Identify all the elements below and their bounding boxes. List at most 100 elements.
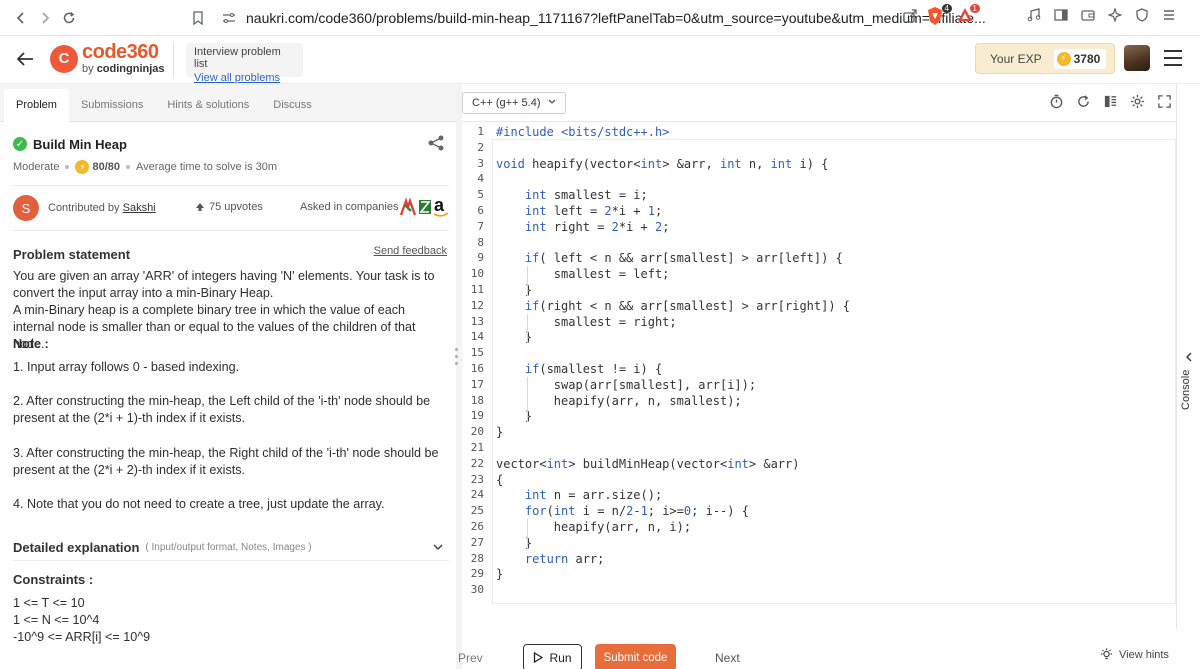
share-icon[interactable] [427,134,445,152]
editor-toolbar: C++ (g++ 5.4) [462,84,1176,122]
line-number: 30 [470,583,484,597]
detailed-explanation-sub: ( Input/output format, Notes, Images ) [145,542,312,553]
detailed-explanation-toggle[interactable]: Detailed explanation ( Input/output form… [13,540,449,555]
timer-icon[interactable] [1049,94,1064,109]
tab-problem[interactable]: Problem [4,89,69,122]
divider [13,560,449,561]
code-text[interactable]: if( left < n && arr[smallest] > arr[left… [496,250,843,266]
back-arrow-icon[interactable] [14,48,36,70]
code-text[interactable]: if(right < n && arr[smallest] > arr[righ… [496,298,850,314]
music-icon[interactable] [1025,6,1043,24]
tab-discuss[interactable]: Discuss [261,99,324,121]
exp-box[interactable]: Your EXP ⚡ 3780 [975,43,1115,74]
bookmark-icon[interactable] [192,11,204,25]
prev-button[interactable]: Prev [458,651,483,665]
code-text[interactable]: smallest = left; [496,266,670,282]
code-text[interactable]: void heapify(vector<int> &arr, int n, in… [496,156,828,172]
back-icon[interactable] [8,5,34,31]
company-logos[interactable]: a [399,196,449,218]
code-text[interactable]: int n = arr.size(); [496,487,662,503]
site-info-icon[interactable] [222,12,236,24]
chevron-left-icon[interactable] [1185,352,1193,362]
code-text[interactable]: } [496,424,503,440]
forward-icon[interactable] [32,5,58,31]
code-text[interactable]: int smallest = i; [496,187,648,203]
layout-icon[interactable] [1103,94,1118,109]
language-value: C++ (g++ 5.4) [472,96,541,109]
divider [13,185,449,186]
lightning-coin-icon: ⚡ [1056,51,1071,66]
url-text[interactable]: naukri.com/code360/problems/build-min-he… [246,10,986,26]
sidebar-toggle-icon[interactable] [1052,6,1070,24]
note-item-3: 3. After constructing the min-heap, the … [13,446,439,477]
brave-shield-icon[interactable]: 4 [926,4,952,26]
code-text[interactable]: heapify(arr, n, smallest); [496,393,742,409]
ai-sparkle-icon[interactable] [1106,6,1124,24]
code-text[interactable]: smallest = right; [496,314,677,330]
console-strip[interactable]: Console [1176,84,1200,629]
code-text[interactable]: } [496,566,503,582]
difficulty-label: Moderate [13,161,60,173]
code-text[interactable]: int right = 2*i + 2; [496,219,670,235]
company-logo-icon [399,197,417,216]
indent-guide [527,376,528,423]
brave-rewards-icon[interactable]: 1 [956,4,980,26]
next-button[interactable]: Next [715,651,740,665]
menu-icon[interactable] [1160,6,1178,24]
constraint-2: 1 <= N <= 10^4 [13,613,100,627]
line-number: 26 [470,520,484,533]
line-number: 4 [477,172,484,186]
exp-pill: ⚡ 3780 [1053,48,1107,69]
code-text[interactable]: return arr; [496,551,604,567]
splitter-grip-icon[interactable] [455,348,459,365]
code-editor[interactable]: 1 #include <bits/stdc++.h> 2 3 void heapify(… [462,122,1176,618]
settings-gear-icon[interactable] [1130,94,1145,109]
vpn-icon[interactable] [1133,6,1151,24]
score-coin-icon: ⚡ [75,160,90,174]
line-number: 8 [477,235,484,249]
submit-code-button[interactable]: Submit code [595,644,676,669]
shield-count-badge: 4 [941,4,952,13]
hamburger-menu-icon[interactable] [1164,50,1182,66]
fullscreen-icon[interactable] [1157,94,1172,109]
code-text[interactable]: heapify(arr, n, i); [496,519,691,535]
asked-in-companies: Asked in companies [300,201,399,213]
reset-code-icon[interactable] [1076,94,1091,109]
line-number: 14 [470,330,484,344]
chevron-down-icon[interactable] [433,542,443,552]
problem-panel: Problem Submissions Hints & solutions Di… [0,84,456,669]
code-text[interactable]: vector<int> buildMinHeap(vector<int> &ar… [496,456,799,472]
address-bar[interactable]: naukri.com/code360/problems/build-min-he… [188,4,986,32]
header-divider [173,43,174,77]
line-number: 28 [470,551,484,565]
send-feedback-link[interactable]: Send feedback [374,245,447,257]
code-text[interactable]: swap(arr[smallest], arr[i]); [496,377,756,393]
code-text[interactable]: for(int i = n/2-1; i>=0; i--) { [496,503,749,519]
lightbulb-icon [1101,648,1112,660]
wallet-icon[interactable] [1079,6,1097,24]
code-text[interactable]: if(smallest != i) { [496,361,662,377]
contributor-avatar: S [13,195,39,221]
tab-submissions[interactable]: Submissions [69,99,155,121]
contributor-link[interactable]: Sakshi [123,202,156,214]
line-number: 16 [470,362,484,375]
share-page-icon[interactable] [902,8,918,24]
code-text[interactable]: int left = 2*i + 1; [496,203,662,219]
contributed-by: Contributed by Sakshi [48,202,156,214]
view-hints-button[interactable]: View hints [1100,648,1169,661]
reload-icon[interactable] [56,5,82,31]
line-number: 15 [470,346,484,360]
console-label[interactable]: Console [1180,370,1192,410]
upvotes[interactable]: 75 upvotes [195,201,263,213]
tab-hints-solutions[interactable]: Hints & solutions [155,99,261,121]
interview-problem-list: Interview problem list View all problems [186,43,303,84]
language-select[interactable]: C++ (g++ 5.4) [462,91,566,114]
user-avatar[interactable] [1124,45,1150,71]
code360-logo[interactable]: C code360 by codingninjas [50,42,165,75]
run-button[interactable]: Run [523,644,582,669]
line-number: 21 [470,441,484,454]
play-icon [534,652,544,663]
view-all-problems-link[interactable]: View all problems [194,72,295,84]
code-text[interactable]: { [496,472,503,488]
code-text[interactable]: #include <bits/stdc++.h> [496,124,669,140]
